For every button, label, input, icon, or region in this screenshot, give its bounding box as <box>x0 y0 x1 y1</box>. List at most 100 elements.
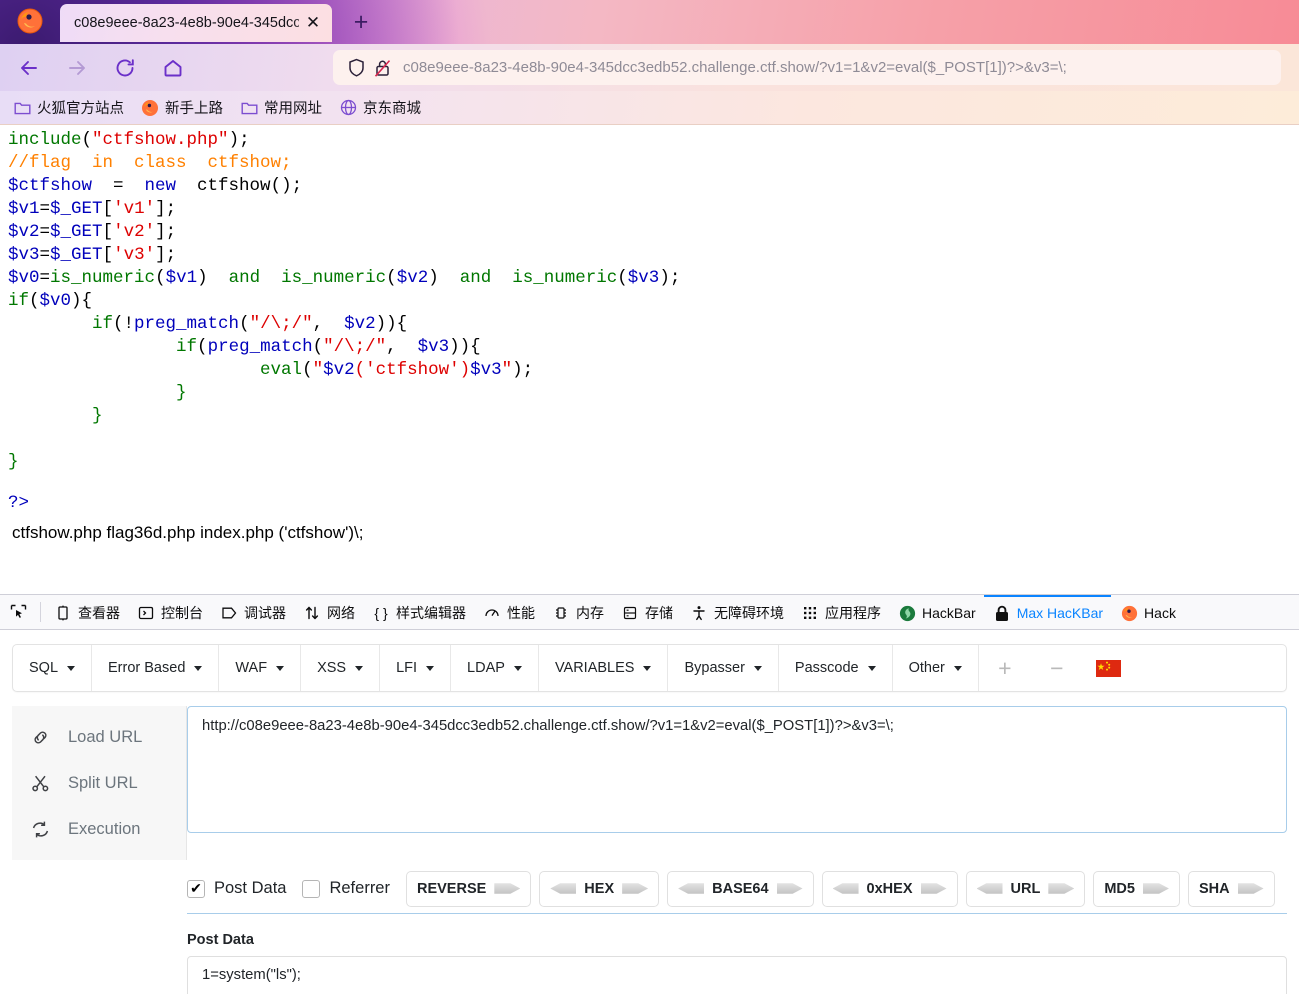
code-token: ('ctfshow') <box>354 360 471 380</box>
encode-arrow-icon[interactable] <box>494 883 521 894</box>
encode-arrow-icon[interactable] <box>920 883 947 894</box>
decode-arrow-icon[interactable] <box>678 883 705 894</box>
devtools-tab-9[interactable]: 应用程序 <box>792 595 889 629</box>
code-token: } <box>8 383 187 403</box>
hackbar-menu-lfi[interactable]: LFI <box>380 645 452 691</box>
inspector-icon <box>53 604 73 622</box>
post-data-checkbox[interactable]: Post Data <box>187 879 286 898</box>
code-token: } <box>8 452 19 472</box>
add-button[interactable]: + <box>979 645 1031 691</box>
hackbar-menu-ldap[interactable]: LDAP <box>451 645 539 691</box>
devtools-tab-7[interactable]: 存储 <box>612 595 681 629</box>
code-token: ); <box>659 268 681 288</box>
encoder-label: MD5 <box>1104 880 1135 897</box>
encoder-button-url[interactable]: URL <box>965 870 1086 907</box>
bookmark-item[interactable]: 常用网址 <box>239 97 322 118</box>
post-data-section: Post Data <box>187 932 1287 994</box>
bookmark-item[interactable]: 火狐官方站点 <box>12 97 124 118</box>
decode-arrow-icon[interactable] <box>550 883 577 894</box>
encode-arrow-icon[interactable] <box>776 883 803 894</box>
browser-tab[interactable]: c08e9eee-8a23-4e8b-90e4-345dcc3edb52 ✕ <box>60 4 332 42</box>
bookmark-item[interactable]: 新手上路 <box>140 97 223 118</box>
encoder-button-0xhex[interactable]: 0xHEX <box>821 870 958 907</box>
encoder-button-sha[interactable]: SHA <box>1187 870 1275 907</box>
hackbar-menu-sql[interactable]: SQL <box>13 645 93 691</box>
code-token: ]; <box>155 199 177 219</box>
folder-icon <box>12 99 32 117</box>
code-token: $v1 <box>165 268 198 288</box>
devtools-tab-8[interactable]: 无障碍环境 <box>681 595 792 629</box>
bookmarks-bar: 火狐官方站点 新手上路 常用网址 京东商城 <box>0 91 1299 125</box>
encoder-label: BASE64 <box>712 880 769 897</box>
decode-arrow-icon[interactable] <box>832 883 859 894</box>
encode-arrow-icon[interactable] <box>622 883 649 894</box>
bookmark-item[interactable]: 京东商城 <box>338 97 421 118</box>
max-hackbar-panel: SQL Error Based WAF XSS LFI LDAP VARIABLES Bypa… <box>0 644 1299 994</box>
forward-arrow-icon[interactable] <box>58 51 96 85</box>
element-picker-icon[interactable] <box>0 595 36 629</box>
hackbar-menu-error-based[interactable]: Error Based <box>92 645 220 691</box>
encoder-button-reverse[interactable]: REVERSE <box>405 870 532 907</box>
remove-button[interactable]: − <box>1031 645 1083 691</box>
devtools-tab-5[interactable]: 性能 <box>474 595 543 629</box>
code-token: , <box>386 337 418 357</box>
load-url-button[interactable]: Load URL <box>12 714 186 760</box>
bookmark-label: 京东商城 <box>363 101 421 117</box>
devtools-tab-6[interactable]: 内存 <box>543 595 612 629</box>
devtools-tab-label: 网络 <box>327 605 355 621</box>
code-token: eval <box>260 360 303 380</box>
code-token: ]; <box>155 245 177 265</box>
bookmark-label: 火狐官方站点 <box>37 101 124 117</box>
code-token: 'v1' <box>113 199 156 219</box>
code-token: $_GET <box>50 222 103 242</box>
code-token: = <box>39 222 51 242</box>
lock-crossed-icon[interactable] <box>369 57 395 79</box>
referrer-checkbox[interactable]: Referrer <box>302 879 390 898</box>
devtools-tab-11[interactable]: Max HacKBar <box>983 595 1112 629</box>
home-icon[interactable] <box>154 51 192 85</box>
encoder-button-md5[interactable]: MD5 <box>1093 870 1180 907</box>
encode-arrow-icon[interactable] <box>1142 883 1169 894</box>
devtools-tab-4[interactable]: { } 样式编辑器 <box>363 595 474 629</box>
hackbar-menu-other[interactable]: Other <box>893 645 979 691</box>
code-token: highlight_file <box>8 125 155 127</box>
encode-arrow-icon[interactable] <box>1048 883 1075 894</box>
close-icon[interactable]: ✕ <box>299 9 327 37</box>
shield-icon[interactable] <box>343 57 369 79</box>
devtools-tab-label: Max HacKBar <box>1016 605 1104 621</box>
devtools-tab-label: 查看器 <box>78 605 120 621</box>
code-token: = <box>39 199 51 219</box>
code-token: "/\;/" <box>249 314 313 334</box>
back-arrow-icon[interactable] <box>10 51 48 85</box>
new-tab-button[interactable]: + <box>346 8 376 36</box>
url-input[interactable] <box>187 706 1287 833</box>
hackbar-menu-waf[interactable]: WAF <box>219 645 302 691</box>
devtools-tab-10[interactable]: HackBar <box>889 595 984 629</box>
code-token: " <box>312 360 324 380</box>
post-data-input[interactable] <box>187 956 1287 994</box>
hackbar-menu-variables[interactable]: VARIABLES <box>539 645 669 691</box>
hackbar-menu-passcode[interactable]: Passcode <box>779 645 893 691</box>
code-token: $v3 <box>470 360 502 380</box>
devtools-tab-12[interactable]: Hack <box>1111 595 1184 629</box>
reload-icon[interactable] <box>106 51 144 85</box>
devtools-tab-3[interactable]: 网络 <box>294 595 363 629</box>
split-url-button[interactable]: Split URL <box>12 760 186 806</box>
decode-arrow-icon[interactable] <box>976 883 1003 894</box>
encoder-button-base64[interactable]: BASE64 <box>667 870 814 907</box>
encode-arrow-icon[interactable] <box>1237 883 1264 894</box>
encoder-button-hex[interactable]: HEX <box>539 870 660 907</box>
devtools-tab-2[interactable]: 调试器 <box>211 595 294 629</box>
hackbar-menu-xss[interactable]: XSS <box>301 645 381 691</box>
execution-button[interactable]: Execution <box>12 806 186 852</box>
padlock-icon <box>992 604 1012 622</box>
checkbox-box[interactable] <box>187 879 205 898</box>
url-bar[interactable]: c08e9eee-8a23-4e8b-90e4-345dcc3edb52.cha… <box>333 50 1281 85</box>
checkbox-box[interactable] <box>302 879 321 898</box>
hackbar-menu-bypasser[interactable]: Bypasser <box>668 645 779 691</box>
devtools-tab-0[interactable]: 查看器 <box>45 595 128 629</box>
devtools-tab-1[interactable]: 控制台 <box>128 595 211 629</box>
china-flag-icon[interactable] <box>1083 645 1135 691</box>
